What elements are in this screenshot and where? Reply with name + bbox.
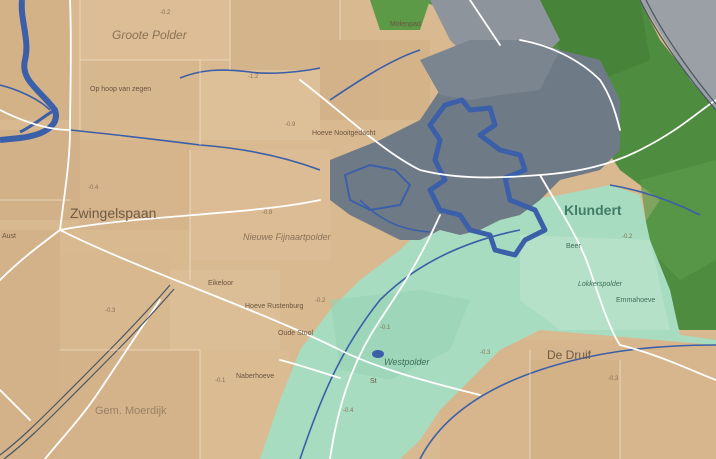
depth-value: -0.4: [343, 408, 354, 414]
label-emmahoeve: Emmahoeve: [616, 297, 656, 304]
depth-value: -0.3: [480, 350, 491, 356]
depth-value: -0.3: [608, 376, 619, 382]
depth-value: -0.1: [380, 325, 391, 331]
depth-value: -0.2: [160, 10, 171, 16]
label-hoeve-rustenburg: Hoeve Rustenburg: [245, 303, 304, 310]
depth-value: -0.4: [88, 185, 99, 191]
map-canvas: [0, 0, 716, 459]
pond: [372, 350, 384, 358]
label-lokkerspolder: Lokkerspolder: [578, 281, 622, 288]
label-de-druif: De Druif: [547, 348, 592, 362]
label-beer: Beer: [566, 243, 581, 250]
map-viewport[interactable]: Groote Polder Op hoop van zegen Zwingels…: [0, 0, 716, 459]
label-aust: Aust: [2, 233, 17, 240]
depth-value: -1.2: [248, 74, 259, 80]
label-hoeve-nooitgedacht: Hoeve Nooitgedacht: [312, 130, 376, 137]
label-naberhoeve: Naberhoeve: [236, 373, 275, 380]
label-gem-moerdijk: Gem. Moerdijk: [95, 405, 167, 417]
label-nieuwe-fijnaartpolder: Nieuwe Fijnaartpolder: [243, 232, 331, 242]
label-klundert: Klundert: [564, 202, 622, 218]
label-st: St: [370, 378, 377, 385]
label-groote-polder: Groote Polder: [112, 28, 187, 42]
label-molenpad: Molenpad: [390, 21, 421, 28]
depth-value: -0.2: [622, 234, 633, 240]
depth-value: -0.9: [285, 122, 296, 128]
depth-value: -0.1: [215, 378, 226, 384]
label-op-hoop-van-zegen: Op hoop van zegen: [90, 86, 152, 93]
label-zwingelspaan: Zwingelspaan: [70, 205, 157, 221]
label-eikeloor: Eikeloor: [208, 280, 234, 287]
label-westpolder: Westpolder: [384, 357, 430, 367]
depth-value: -0.3: [105, 308, 116, 314]
depth-value: -0.2: [315, 298, 326, 304]
depth-value: -0.8: [262, 210, 273, 216]
label-oude-stool: Oude Stool: [278, 330, 314, 337]
